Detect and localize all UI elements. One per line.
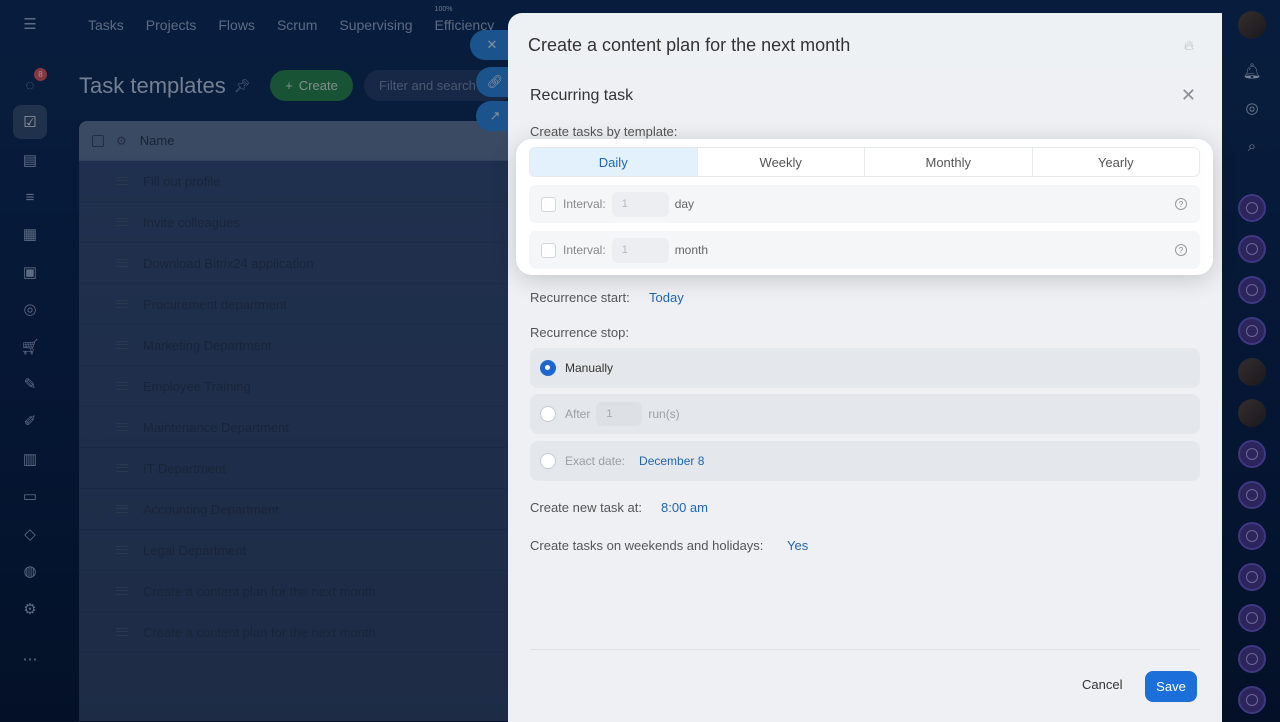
interval-day-unit: day xyxy=(674,197,695,211)
interval-month-checkbox[interactable] xyxy=(541,242,556,258)
interval-day-row: Interval: 1 day ? xyxy=(529,185,1200,223)
tab-daily[interactable]: Daily xyxy=(530,148,698,176)
footer-divider xyxy=(530,649,1200,650)
exact-date-link[interactable]: December 8 xyxy=(639,454,704,468)
interval-day-checkbox[interactable] xyxy=(541,196,556,212)
recurring-title: Recurring task xyxy=(530,87,634,104)
interval-day-label: Interval: xyxy=(563,197,606,211)
cancel-button[interactable]: Cancel xyxy=(1082,677,1122,692)
interval-month-input[interactable]: 1 xyxy=(611,237,669,263)
tab-weekly[interactable]: Weekly xyxy=(698,148,865,176)
recurrence-start-link[interactable]: Today xyxy=(649,290,684,305)
runs-count-input[interactable]: 1 xyxy=(596,402,643,426)
help-icon[interactable]: ? xyxy=(1175,198,1187,210)
exact-date-label: Exact date: xyxy=(565,454,626,468)
interval-month-label: Interval: xyxy=(563,243,606,257)
recurrence-start-label: Recurrence start: xyxy=(530,290,630,305)
radio-exact-date[interactable] xyxy=(540,453,556,469)
close-icon[interactable]: ✕ xyxy=(1181,85,1196,106)
create-at-time-link[interactable]: 8:00 am xyxy=(661,500,708,515)
flame-icon[interactable]: 🔥︎ xyxy=(1184,37,1194,54)
interval-month-unit: month xyxy=(674,243,709,257)
stop-manually-option[interactable]: Manually xyxy=(530,348,1200,388)
create-at-label: Create new task at: xyxy=(530,500,642,515)
weekends-label: Create tasks on weekends and holidays: xyxy=(530,538,764,553)
by-template-label: Create tasks by template: xyxy=(530,124,678,139)
stop-after-option[interactable]: After 1 run(s) xyxy=(530,394,1200,434)
radio-after[interactable] xyxy=(540,406,556,422)
recurrence-stop-label: Recurrence stop: xyxy=(530,325,629,340)
stop-exact-date-option[interactable]: Exact date: December 8 xyxy=(530,441,1200,481)
help-icon[interactable]: ? xyxy=(1175,244,1187,256)
stop-manually-label: Manually xyxy=(565,361,614,375)
tab-monthly[interactable]: Monthly xyxy=(865,148,1033,176)
task-title: Create a content plan for the next month xyxy=(528,35,851,55)
interval-day-input[interactable]: 1 xyxy=(611,191,669,217)
stop-after-label: After xyxy=(565,407,591,421)
interval-month-row: Interval: 1 month ? xyxy=(529,231,1200,269)
tab-yearly[interactable]: Yearly xyxy=(1033,148,1200,176)
save-button[interactable]: Save xyxy=(1145,671,1197,702)
frequency-tabs: Daily Weekly Monthly Yearly xyxy=(529,147,1200,177)
frequency-card: Daily Weekly Monthly Yearly Interval: 1 … xyxy=(516,139,1213,275)
radio-manually[interactable] xyxy=(540,360,556,376)
runs-unit-label: run(s) xyxy=(648,407,680,421)
weekends-link[interactable]: Yes xyxy=(787,538,808,553)
